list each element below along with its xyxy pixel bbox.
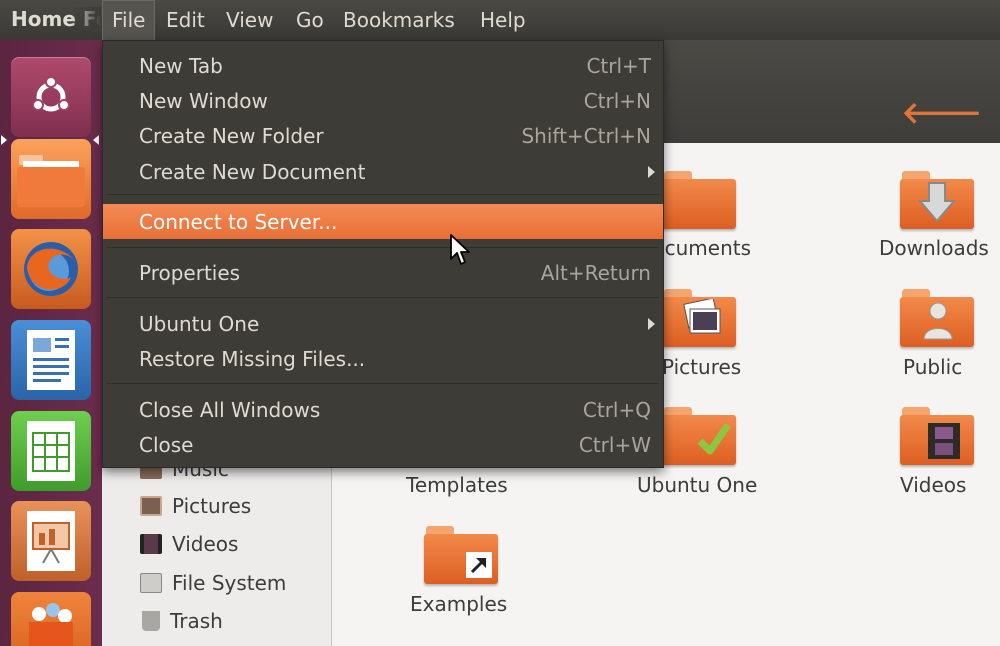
videos-icon <box>140 534 162 554</box>
submenu-arrow-icon <box>648 166 655 178</box>
menu-separator <box>107 297 659 298</box>
menu-item-new-window[interactable]: New Window Ctrl+N <box>103 83 663 118</box>
menu-separator <box>107 247 659 248</box>
sidebar-item-pictures[interactable]: Pictures <box>140 494 251 518</box>
folder-label-videos[interactable]: Videos <box>900 473 966 497</box>
files-launcher-item[interactable] <box>11 139 91 219</box>
writer-launcher-item[interactable] <box>11 320 91 400</box>
public-folder-icon[interactable] <box>900 289 974 347</box>
presentation-impress-icon <box>27 511 75 571</box>
sidebar-item-file-system[interactable]: File System <box>140 571 286 595</box>
menu-item-create-new-document[interactable]: Create New Document <box>103 154 663 189</box>
submenu-arrow-icon <box>648 318 655 330</box>
pictures-folder-icon[interactable] <box>662 289 736 347</box>
menu-go[interactable]: Go <box>287 0 333 40</box>
dash-home-button[interactable] <box>11 57 91 137</box>
firefox-launcher-item[interactable] <box>11 229 91 309</box>
calc-launcher-item[interactable] <box>11 411 91 491</box>
folder-icon <box>17 155 85 207</box>
software-center-launcher-item[interactable] <box>11 592 91 646</box>
drive-icon <box>140 573 162 593</box>
menu-item-create-new-folder[interactable]: Create New Folder Shift+Ctrl+N <box>103 118 663 153</box>
ubuntu-one-folder-icon[interactable] <box>662 407 736 465</box>
menu-separator <box>107 194 659 195</box>
folder-label-examples[interactable]: Examples <box>410 592 507 616</box>
mouse-pointer-icon <box>450 234 470 265</box>
download-arrow-icon <box>918 182 956 223</box>
pictures-icon <box>140 496 162 516</box>
menu-item-connect-to-server[interactable]: Connect to Server... <box>103 204 663 239</box>
menu-item-close-all-windows[interactable]: Close All Windows Ctrl+Q <box>103 392 663 427</box>
menu-item-new-tab[interactable]: New Tab Ctrl+T <box>103 48 663 83</box>
film-strip-icon <box>928 423 960 459</box>
launcher <box>0 40 102 646</box>
menu-edit[interactable]: Edit <box>157 0 214 40</box>
menu-bookmarks[interactable]: Bookmarks <box>334 0 464 40</box>
document-writer-icon <box>27 330 75 390</box>
shopping-bag-icon <box>29 603 73 646</box>
checkmark-icon <box>697 423 731 455</box>
spreadsheet-calc-icon <box>27 421 75 481</box>
folder-label-downloads[interactable]: Downloads <box>879 236 989 260</box>
file-menu-dropdown: New Tab Ctrl+T New Window Ctrl+N Create … <box>102 40 664 468</box>
sidebar-item-trash[interactable]: Trash <box>140 609 223 633</box>
firefox-icon <box>24 242 78 296</box>
app-title: Home Folder <box>11 7 101 31</box>
back-arrow-icon[interactable]: 🡐 <box>902 95 982 131</box>
menu-item-ubuntu-one[interactable]: Ubuntu One <box>103 306 663 341</box>
folder-label-templates[interactable]: Templates <box>406 473 508 497</box>
person-icon <box>923 302 953 340</box>
menu-item-restore-missing-files[interactable]: Restore Missing Files... <box>103 341 663 376</box>
menu-item-properties[interactable]: Properties Alt+Return <box>103 255 663 290</box>
impress-launcher-item[interactable] <box>11 501 91 581</box>
documents-folder-icon[interactable] <box>662 171 736 229</box>
photos-icon <box>683 299 721 334</box>
running-indicator-left <box>1 135 7 145</box>
folder-label-ubuntu-one[interactable]: Ubuntu One <box>637 473 757 497</box>
downloads-folder-icon[interactable] <box>900 171 974 229</box>
folder-label-pictures[interactable]: Pictures <box>662 355 741 379</box>
link-arrow-icon <box>466 552 492 578</box>
trash-icon <box>142 611 160 631</box>
folder-label-public[interactable]: Public <box>903 355 962 379</box>
menu-help[interactable]: Help <box>471 0 535 40</box>
top-panel: Home Folder File Edit View Go Bookmarks … <box>0 0 1000 40</box>
menu-item-close[interactable]: Close Ctrl+W <box>103 427 663 462</box>
focused-indicator-right <box>93 135 99 145</box>
examples-folder-icon[interactable] <box>424 526 498 584</box>
ubuntu-logo-icon <box>32 76 70 112</box>
menu-view[interactable]: View <box>217 0 282 40</box>
menu-separator <box>107 383 659 384</box>
sidebar-item-videos[interactable]: Videos <box>140 532 238 556</box>
videos-folder-icon[interactable] <box>900 407 974 465</box>
menu-file[interactable]: File <box>102 0 156 40</box>
